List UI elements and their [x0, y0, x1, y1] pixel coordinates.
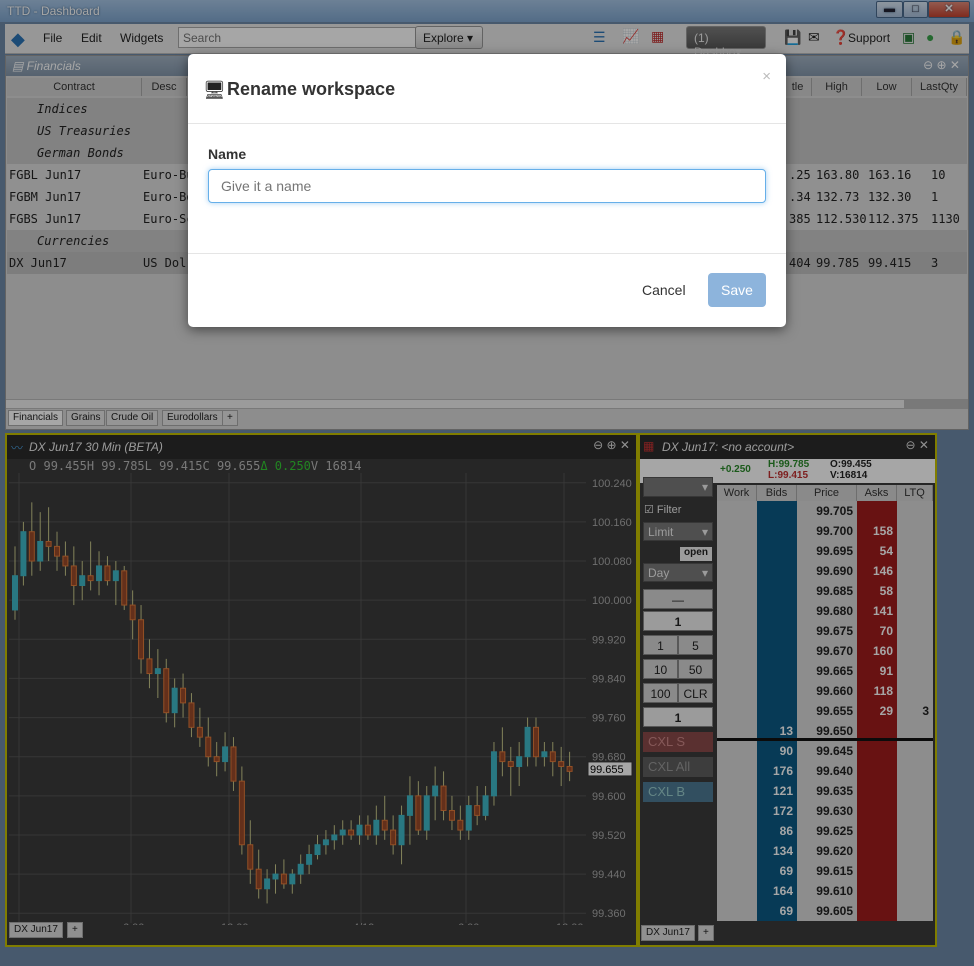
close-icon[interactable]: × [762, 68, 771, 85]
save-button[interactable]: Save [708, 273, 766, 307]
divider [188, 253, 786, 254]
divider [188, 123, 786, 124]
name-input[interactable] [208, 169, 766, 203]
rename-workspace-dialog: 🖥 Rename workspace × Name Cancel Save [188, 54, 786, 327]
dialog-title: Rename workspace [227, 79, 396, 99]
monitor-icon: 🖥 [203, 80, 226, 100]
name-label: Name [208, 146, 247, 162]
cancel-button[interactable]: Cancel [642, 282, 686, 298]
